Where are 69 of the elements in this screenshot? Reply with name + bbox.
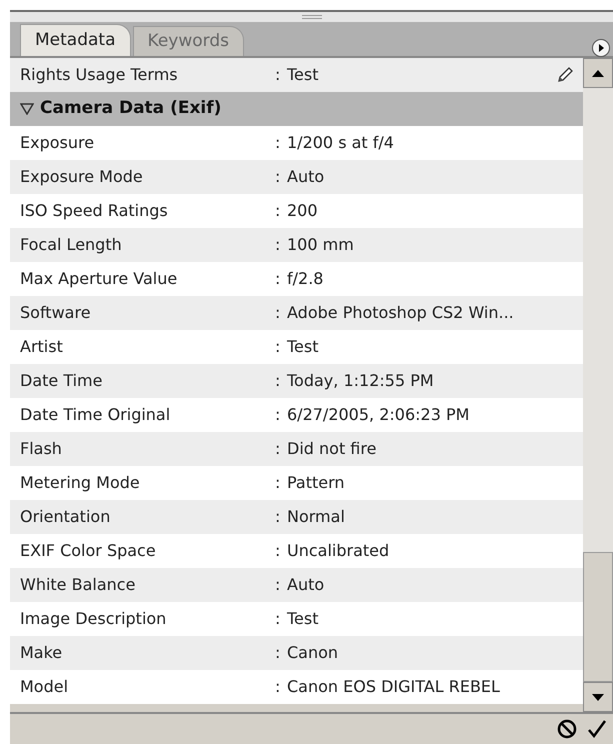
colon: : xyxy=(275,370,282,392)
field-value: Auto xyxy=(287,574,326,596)
field-value: Today, 1:12:55 PM xyxy=(287,370,435,392)
scroll-down-button[interactable] xyxy=(583,682,613,712)
field-value: 100 mm xyxy=(287,234,355,256)
panel-menu-icon[interactable] xyxy=(591,38,611,58)
colon: : xyxy=(275,676,282,698)
field-label: White Balance xyxy=(19,574,136,596)
colon: : xyxy=(275,268,282,290)
colon: : xyxy=(275,642,282,664)
field-value: Test xyxy=(287,64,320,86)
pencil-icon[interactable] xyxy=(555,65,575,85)
tab[interactable]: Metadata xyxy=(20,24,131,56)
field-value: f/2.8 xyxy=(287,268,324,290)
field-label: Image Description xyxy=(19,608,168,630)
colon: : xyxy=(275,166,282,188)
field-label: Orientation xyxy=(19,506,112,528)
colon: : xyxy=(275,302,282,324)
field-value: Test xyxy=(287,336,320,358)
field-label: Date Time Original xyxy=(19,404,172,426)
field-value: Adobe Photoshop CS2 Win... xyxy=(287,302,515,324)
down-arrow-icon xyxy=(592,694,604,700)
field-label: Max Aperture Value xyxy=(19,268,178,290)
field-value: 200 xyxy=(287,200,319,222)
colon: : xyxy=(275,540,282,562)
scroll-up-button[interactable] xyxy=(583,58,613,88)
field-value: Test xyxy=(287,608,320,630)
checkmark-icon[interactable] xyxy=(587,719,607,739)
colon: : xyxy=(275,336,282,358)
section-header[interactable]: Camera Data (Exif) xyxy=(10,92,583,126)
colon: : xyxy=(275,64,282,86)
colon: : xyxy=(275,132,282,154)
field-label: Make xyxy=(19,642,64,664)
field-label: Metering Mode xyxy=(19,472,141,494)
field-label: ISO Speed Ratings xyxy=(19,200,169,222)
field-value: Did not fire xyxy=(287,438,378,460)
colon: : xyxy=(275,608,282,630)
field-label: Date Time xyxy=(19,370,104,392)
colon: : xyxy=(275,234,282,256)
field-label: EXIF Color Space xyxy=(19,540,157,562)
grip-icon[interactable] xyxy=(302,15,322,19)
field-value: Uncalibrated xyxy=(287,540,390,562)
field-value: 6/27/2005, 2:06:23 PM xyxy=(287,404,470,426)
scrollbar[interactable] xyxy=(583,58,613,712)
field-label: Focal Length xyxy=(19,234,123,256)
field-label: Flash xyxy=(19,438,63,460)
colon: : xyxy=(275,200,282,222)
field-value: 1/200 s at f/4 xyxy=(287,132,395,154)
field-label: Model xyxy=(19,676,70,698)
colon: : xyxy=(275,404,282,426)
field-label: Artist xyxy=(19,336,64,358)
field-label: Rights Usage Terms xyxy=(19,64,179,86)
colon: : xyxy=(275,438,282,460)
field-value: Pattern xyxy=(287,472,346,494)
colon: : xyxy=(275,574,282,596)
colon: : xyxy=(275,506,282,528)
up-arrow-icon xyxy=(592,70,604,76)
field-label: Exposure Mode xyxy=(19,166,144,188)
field-value: Canon xyxy=(287,642,340,664)
field-value: Canon EOS DIGITAL REBEL xyxy=(287,676,501,698)
field-label: Exposure xyxy=(19,132,96,154)
section-title: Camera Data (Exif) xyxy=(40,97,222,120)
field-value: Normal xyxy=(287,506,346,528)
scroll-thumb[interactable] xyxy=(583,552,613,682)
colon: : xyxy=(275,472,282,494)
cancel-icon[interactable] xyxy=(557,719,577,739)
field-label: Software xyxy=(19,302,92,324)
field-value: Auto xyxy=(287,166,326,188)
disclosure-triangle-icon[interactable] xyxy=(20,103,34,115)
